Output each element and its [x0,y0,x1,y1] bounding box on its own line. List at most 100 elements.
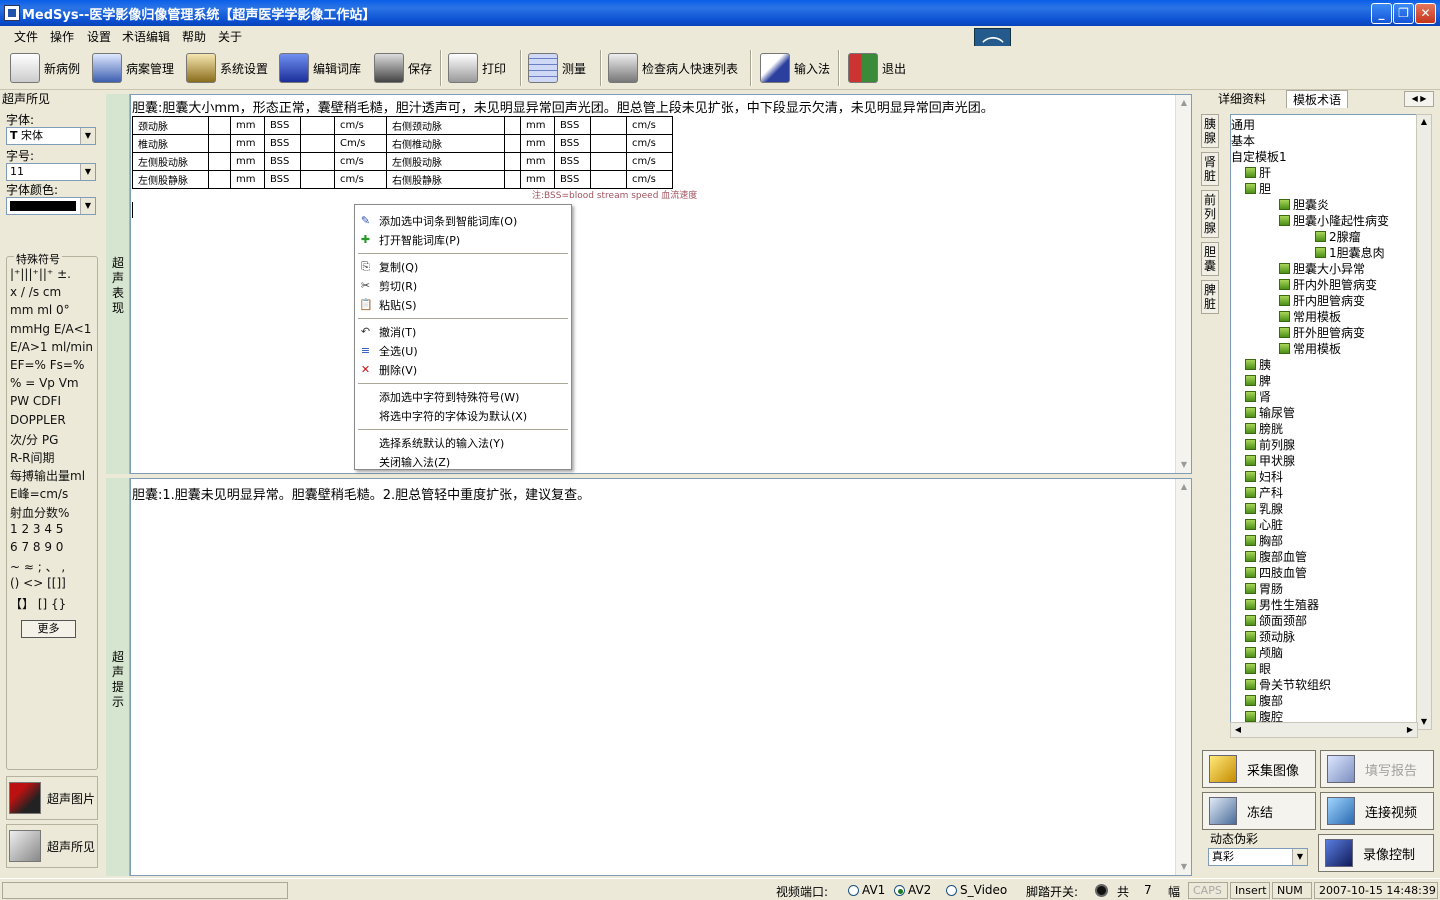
tree-item[interactable]: 基本 [1231,133,1255,149]
scroll-down-icon[interactable]: ▼ [1417,715,1431,729]
table-cell[interactable]: 右侧颈动脉 [386,116,505,135]
tree-item[interactable]: 男性生殖器 [1245,597,1319,613]
side-tab-organ[interactable]: 胰腺 [1201,114,1219,148]
menu-about[interactable]: 关于 [218,28,242,45]
table-cell[interactable]: cm/s [334,152,387,171]
tree-item[interactable]: 肝 [1245,165,1271,181]
table-cell[interactable] [208,152,231,171]
symbol-row[interactable]: x / /s cm [10,285,61,299]
table-cell[interactable]: cm/s [626,134,673,153]
tree-item[interactable]: 通用 [1231,117,1255,133]
print-button[interactable]: 打印 [448,50,506,86]
tree-item[interactable]: 输尿管 [1245,405,1295,421]
table-cell[interactable]: BSS [554,134,591,153]
table-cell[interactable]: 右侧股静脉 [386,170,505,189]
measure-button[interactable]: 测量 [528,50,586,86]
context-menu-item[interactable]: 撤消(T) [379,324,416,340]
tree-item[interactable]: 产科 [1245,485,1283,501]
table-cell[interactable]: mm [520,170,555,189]
table-cell[interactable]: 椎动脉 [132,134,209,153]
scroll-up-icon[interactable]: ▲ [1176,479,1192,495]
tree-item[interactable]: 胆 [1245,181,1271,197]
tree-item[interactable]: 胸部 [1245,533,1283,549]
table-cell[interactable]: BSS [264,134,301,153]
context-menu-item[interactable]: 添加选中字符到特殊符号(W) [379,389,519,405]
context-menu-item[interactable]: 剪切(R) [379,278,417,294]
tree-item[interactable]: 胆囊炎 [1279,197,1329,213]
symbol-row[interactable]: EF=% Fs=% [10,358,84,372]
menu-operate[interactable]: 操作 [50,28,74,45]
conclusion-editor[interactable]: ▲ ▼ [130,478,1192,876]
context-menu-item[interactable]: 删除(V) [379,362,417,378]
tree-item[interactable]: 眼 [1245,661,1271,677]
symbol-row[interactable]: 次/分 PG [10,431,58,448]
conclusion-scrollbar[interactable]: ▲ ▼ [1175,479,1191,875]
tree-horizontal-scrollbar[interactable]: ◀ ▶ [1230,722,1418,738]
edit-dictionary-button[interactable]: 编辑词库 [279,50,361,86]
patient-quick-list-button[interactable]: 检查病人快速列表 [608,50,738,86]
context-menu-item[interactable]: 添加选中词条到智能词库(O) [379,213,517,229]
table-cell[interactable] [300,116,335,135]
symbol-row[interactable]: |⁺|||⁺||⁺ ±. [10,267,71,281]
tree-item[interactable]: 心脏 [1245,517,1283,533]
scroll-up-icon[interactable]: ▲ [1417,115,1431,129]
symbol-row[interactable]: mmHg E/A<1 [10,322,91,336]
tree-item[interactable]: 肝内胆管病变 [1279,293,1365,309]
tab-scroll-arrows[interactable]: ◀ ▶ [1404,91,1434,107]
tree-item[interactable]: 肾 [1245,389,1271,405]
side-tab-organ[interactable]: 胆囊 [1201,242,1219,276]
radio-av1[interactable]: AV1 [848,883,885,897]
table-cell[interactable] [300,152,335,171]
exit-button[interactable]: 退出 [848,50,906,86]
maximize-button[interactable]: ❐ [1393,3,1414,24]
side-tab-organ[interactable]: 肾脏 [1201,152,1219,186]
symbol-row[interactable]: % = Vp Vm [10,376,79,390]
symbol-row[interactable]: PW CDFI [10,394,61,408]
symbol-row[interactable]: 1 2 3 4 5 [10,522,63,536]
records-button[interactable]: 病案管理 [92,50,174,86]
table-cell[interactable]: BSS [554,170,591,189]
table-cell[interactable] [504,152,521,171]
tree-item[interactable]: 前列腺 [1245,437,1295,453]
table-cell[interactable]: 右侧椎动脉 [386,134,505,153]
table-cell[interactable]: BSS [264,116,301,135]
font-size-select[interactable]: 11 ▼ [6,163,96,181]
table-cell[interactable] [504,134,521,153]
tree-item[interactable]: 肝外胆管病变 [1279,325,1365,341]
findings-scrollbar[interactable]: ▲ ▼ [1175,95,1191,473]
table-cell[interactable]: mm [230,116,265,135]
scroll-up-icon[interactable]: ▲ [1176,95,1192,111]
system-settings-button[interactable]: 系统设置 [186,50,268,86]
tree-item[interactable]: 腹部血管 [1245,549,1307,565]
tree-item[interactable]: 自定模板1 [1231,149,1287,165]
table-cell[interactable]: mm [230,134,265,153]
radio-svideo[interactable]: S_Video [946,883,1007,897]
menu-help[interactable]: 帮助 [182,28,206,45]
table-cell[interactable]: mm [520,134,555,153]
table-cell[interactable] [590,152,627,171]
table-cell[interactable]: 左侧股动脉 [386,152,505,171]
side-tab-organ[interactable]: 前列腺 [1201,190,1219,238]
scroll-down-icon[interactable]: ▼ [1176,457,1192,473]
symbol-row[interactable]: R-R间期 [10,449,55,466]
tree-item[interactable]: 胆囊小隆起性病变 [1279,213,1389,229]
tree-item[interactable]: 腹部 [1245,693,1283,709]
table-cell[interactable]: BSS [264,170,301,189]
table-cell[interactable]: BSS [264,152,301,171]
new-case-button[interactable]: 新病例 [10,50,80,86]
template-tree[interactable]: 通用 基本 自定模板1 肝胆胆囊炎 胆囊小隆起性病变 2腺瘤 1胆囊息肉 胆囊大小异常 肝内外胆… [1230,114,1420,730]
table-cell[interactable]: mm [520,152,555,171]
table-cell[interactable] [208,134,231,153]
symbol-row[interactable]: 每搏输出量ml [10,467,85,484]
tree-item[interactable]: 骨关节软组织 [1245,677,1331,693]
ultrasound-findings-button[interactable]: 超声所见 [6,824,98,868]
table-cell[interactable]: Cm/s [334,134,387,153]
freeze-button[interactable]: 冻结 [1202,792,1316,830]
input-method-button[interactable]: 输入法 [760,50,830,86]
table-cell[interactable]: 左侧股动脉 [132,152,209,171]
tree-item[interactable]: 胃肠 [1245,581,1283,597]
tree-item[interactable]: 2腺瘤 [1315,229,1361,245]
tree-item[interactable]: 乳腺 [1245,501,1283,517]
symbol-row[interactable]: mm ml 0° [10,303,70,317]
table-cell[interactable] [300,134,335,153]
